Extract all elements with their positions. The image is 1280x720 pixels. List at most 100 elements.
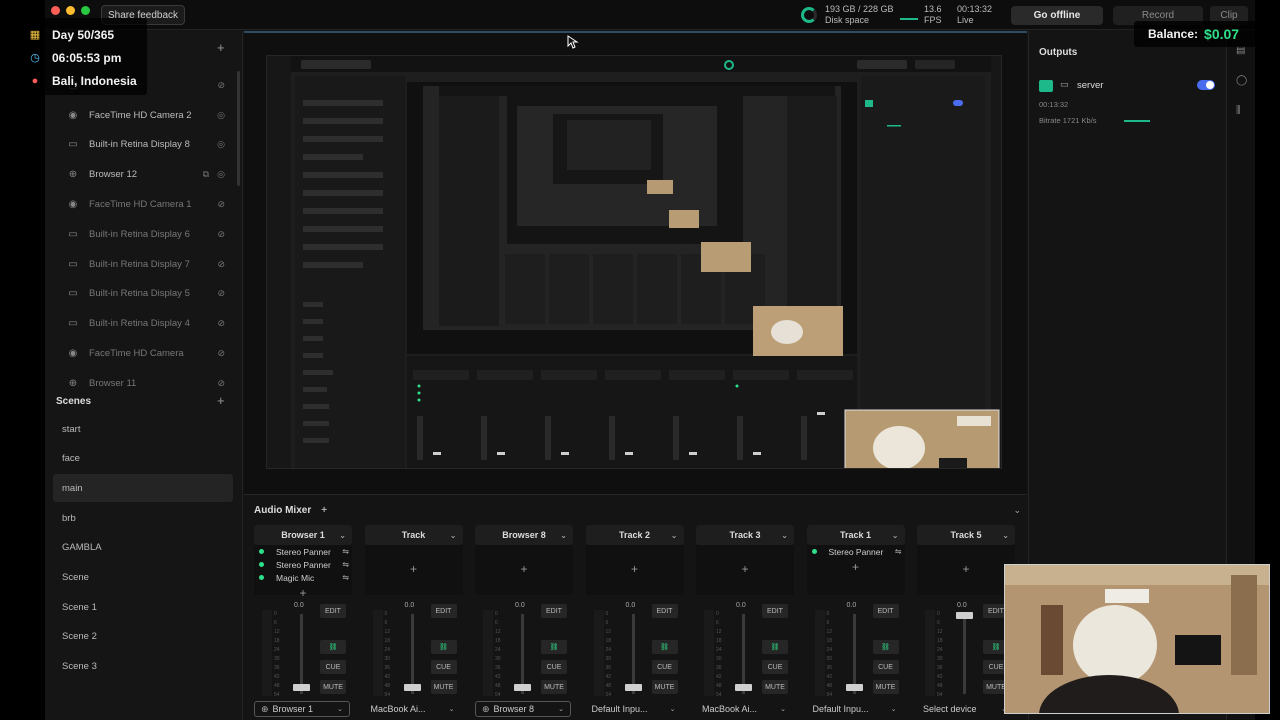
- add-effect-icon[interactable]: +: [586, 562, 684, 576]
- add-layer-icon[interactable]: +: [217, 40, 225, 55]
- cue-button[interactable]: CUE: [541, 660, 567, 674]
- channel-header[interactable]: Browser 8 ⌄: [475, 525, 573, 545]
- chevron-down-icon[interactable]: ⌄: [339, 531, 346, 540]
- eye-icon[interactable]: ◎: [217, 139, 225, 150]
- device-select[interactable]: Default Inpu... ⌄: [807, 701, 903, 717]
- mute-button[interactable]: MUTE: [541, 680, 567, 694]
- minimize-window-button[interactable]: [66, 6, 75, 15]
- effect-item[interactable]: Magic Mic ⇋: [254, 571, 352, 584]
- mute-button[interactable]: MUTE: [320, 680, 346, 694]
- fader-handle[interactable]: [956, 612, 973, 619]
- fader-handle[interactable]: [624, 684, 642, 691]
- add-effect-icon[interactable]: +: [254, 586, 352, 600]
- device-select[interactable]: MacBook Ai... ⌄: [696, 701, 792, 717]
- channel-header[interactable]: Track 2 ⌄: [585, 525, 684, 545]
- add-scene-icon[interactable]: +: [217, 393, 225, 408]
- chat-icon[interactable]: ◯: [1236, 75, 1247, 86]
- eye-hidden-icon[interactable]: ⊘: [217, 199, 225, 210]
- edit-button[interactable]: EDIT: [430, 604, 457, 618]
- channel-header[interactable]: Browser 1 ⌄: [254, 525, 352, 545]
- fader-handle[interactable]: [514, 684, 531, 691]
- scene-item[interactable]: Scene: [53, 564, 233, 592]
- fader-handle[interactable]: [403, 684, 421, 691]
- link-icon[interactable]: ⛓: [651, 640, 678, 654]
- effect-settings-icon[interactable]: ⇋: [342, 547, 349, 556]
- scene-item[interactable]: start: [53, 415, 233, 443]
- go-offline-button[interactable]: Go offline: [1011, 6, 1103, 25]
- eye-hidden-icon[interactable]: ⊘: [217, 348, 225, 359]
- fader-track[interactable]: [410, 614, 414, 694]
- layer-item[interactable]: ▭ Built-in Retina Display 4 ⊘: [45, 310, 235, 338]
- layer-item[interactable]: ⊕ Browser 12 ◎ ⧉: [45, 161, 235, 189]
- layer-item[interactable]: ▭ Built-in Retina Display 6 ⊘: [45, 220, 235, 248]
- chevron-down-icon[interactable]: ⌄: [560, 531, 567, 540]
- layer-item[interactable]: ◉ FaceTime HD Camera 2 ◎: [45, 101, 235, 129]
- device-select[interactable]: MacBook Ai... ⌄: [365, 701, 461, 717]
- cue-button[interactable]: CUE: [651, 660, 678, 674]
- link-icon[interactable]: ⛓: [430, 640, 457, 654]
- device-select[interactable]: Default Inpu... ⌄: [586, 701, 682, 717]
- device-select[interactable]: ⊕ Browser 1 ⌄: [254, 701, 350, 717]
- output-server[interactable]: ▭ server 00:13:32 Bitrate 1721 Kb/s: [1039, 78, 1219, 128]
- eye-hidden-icon[interactable]: ⊘: [217, 259, 225, 270]
- effect-settings-icon[interactable]: ⇋: [342, 573, 349, 582]
- add-effect-icon[interactable]: +: [475, 562, 573, 576]
- effect-item[interactable]: Stereo Panner ⇋: [807, 545, 905, 558]
- eye-hidden-icon[interactable]: ⊘: [217, 80, 225, 91]
- fader-handle[interactable]: [735, 684, 752, 691]
- eye-icon[interactable]: ◎: [217, 110, 225, 121]
- chevron-down-icon[interactable]: ⌄: [450, 531, 457, 540]
- scene-item[interactable]: main: [53, 474, 233, 503]
- device-select[interactable]: ⊕ Browser 8 ⌄: [475, 701, 571, 717]
- add-effect-icon[interactable]: +: [365, 562, 463, 576]
- mute-button[interactable]: MUTE: [430, 680, 457, 694]
- effect-settings-icon[interactable]: ⇋: [895, 547, 902, 556]
- channel-header[interactable]: Track 5 ⌄: [917, 525, 1015, 545]
- eye-icon[interactable]: ◎: [217, 169, 225, 180]
- fader-track[interactable]: [742, 614, 745, 694]
- scene-item[interactable]: GAMBLA: [53, 534, 233, 562]
- add-effect-icon[interactable]: +: [807, 560, 905, 574]
- scene-item[interactable]: Scene 1: [53, 593, 233, 621]
- add-audio-track-icon[interactable]: +: [321, 505, 327, 516]
- fader-track[interactable]: [631, 614, 635, 694]
- zoom-window-button[interactable]: [81, 6, 90, 15]
- layer-item[interactable]: ◉ FaceTime HD Camera ⊘: [45, 339, 235, 367]
- chevron-down-icon[interactable]: ⌄: [1002, 531, 1009, 540]
- mute-button[interactable]: MUTE: [651, 680, 678, 694]
- eye-hidden-icon[interactable]: ⊘: [217, 229, 225, 240]
- add-effect-icon[interactable]: +: [696, 562, 794, 576]
- fader-track[interactable]: [521, 614, 524, 694]
- layer-item[interactable]: ◉ FaceTime HD Camera 1 ⊘: [45, 190, 235, 218]
- device-select[interactable]: Select device⌄: [917, 701, 1013, 717]
- fader-handle[interactable]: [845, 684, 863, 691]
- fader-track[interactable]: [963, 614, 966, 694]
- eye-hidden-icon[interactable]: ⊘: [217, 318, 225, 329]
- close-window-button[interactable]: [51, 6, 60, 15]
- scene-item[interactable]: brb: [53, 504, 233, 532]
- layer-item[interactable]: ⊕ Browser 11 ⊘: [45, 369, 235, 397]
- layer-item[interactable]: ▭ Built-in Retina Display 5 ⊘: [45, 280, 235, 308]
- channel-header[interactable]: Track 3 ⌄: [696, 525, 794, 545]
- channel-header[interactable]: Track 1 ⌄: [806, 525, 905, 545]
- edit-button[interactable]: EDIT: [762, 604, 788, 618]
- chevron-down-icon[interactable]: ⌄: [671, 531, 678, 540]
- link-icon[interactable]: ⛓: [762, 640, 788, 654]
- mute-button[interactable]: MUTE: [762, 680, 788, 694]
- add-effect-icon[interactable]: +: [917, 562, 1015, 576]
- chevron-down-icon[interactable]: ⌄: [781, 531, 788, 540]
- open-external-icon[interactable]: ⧉: [203, 169, 209, 180]
- server-toggle[interactable]: [1197, 80, 1215, 90]
- fader-track[interactable]: [852, 614, 856, 694]
- scene-item[interactable]: Scene 2: [53, 623, 233, 651]
- stream-preview[interactable]: [266, 55, 1002, 469]
- mute-button[interactable]: MUTE: [872, 680, 899, 694]
- link-icon[interactable]: ⛓: [872, 640, 899, 654]
- effect-settings-icon[interactable]: ⇋: [342, 560, 349, 569]
- edit-button[interactable]: EDIT: [651, 604, 678, 618]
- edit-button[interactable]: EDIT: [872, 604, 899, 618]
- fader-track[interactable]: [300, 614, 303, 694]
- edit-button[interactable]: EDIT: [541, 604, 567, 618]
- layer-item[interactable]: ▭ Built-in Retina Display 7 ⊘: [45, 250, 235, 278]
- fader-handle[interactable]: [293, 684, 310, 691]
